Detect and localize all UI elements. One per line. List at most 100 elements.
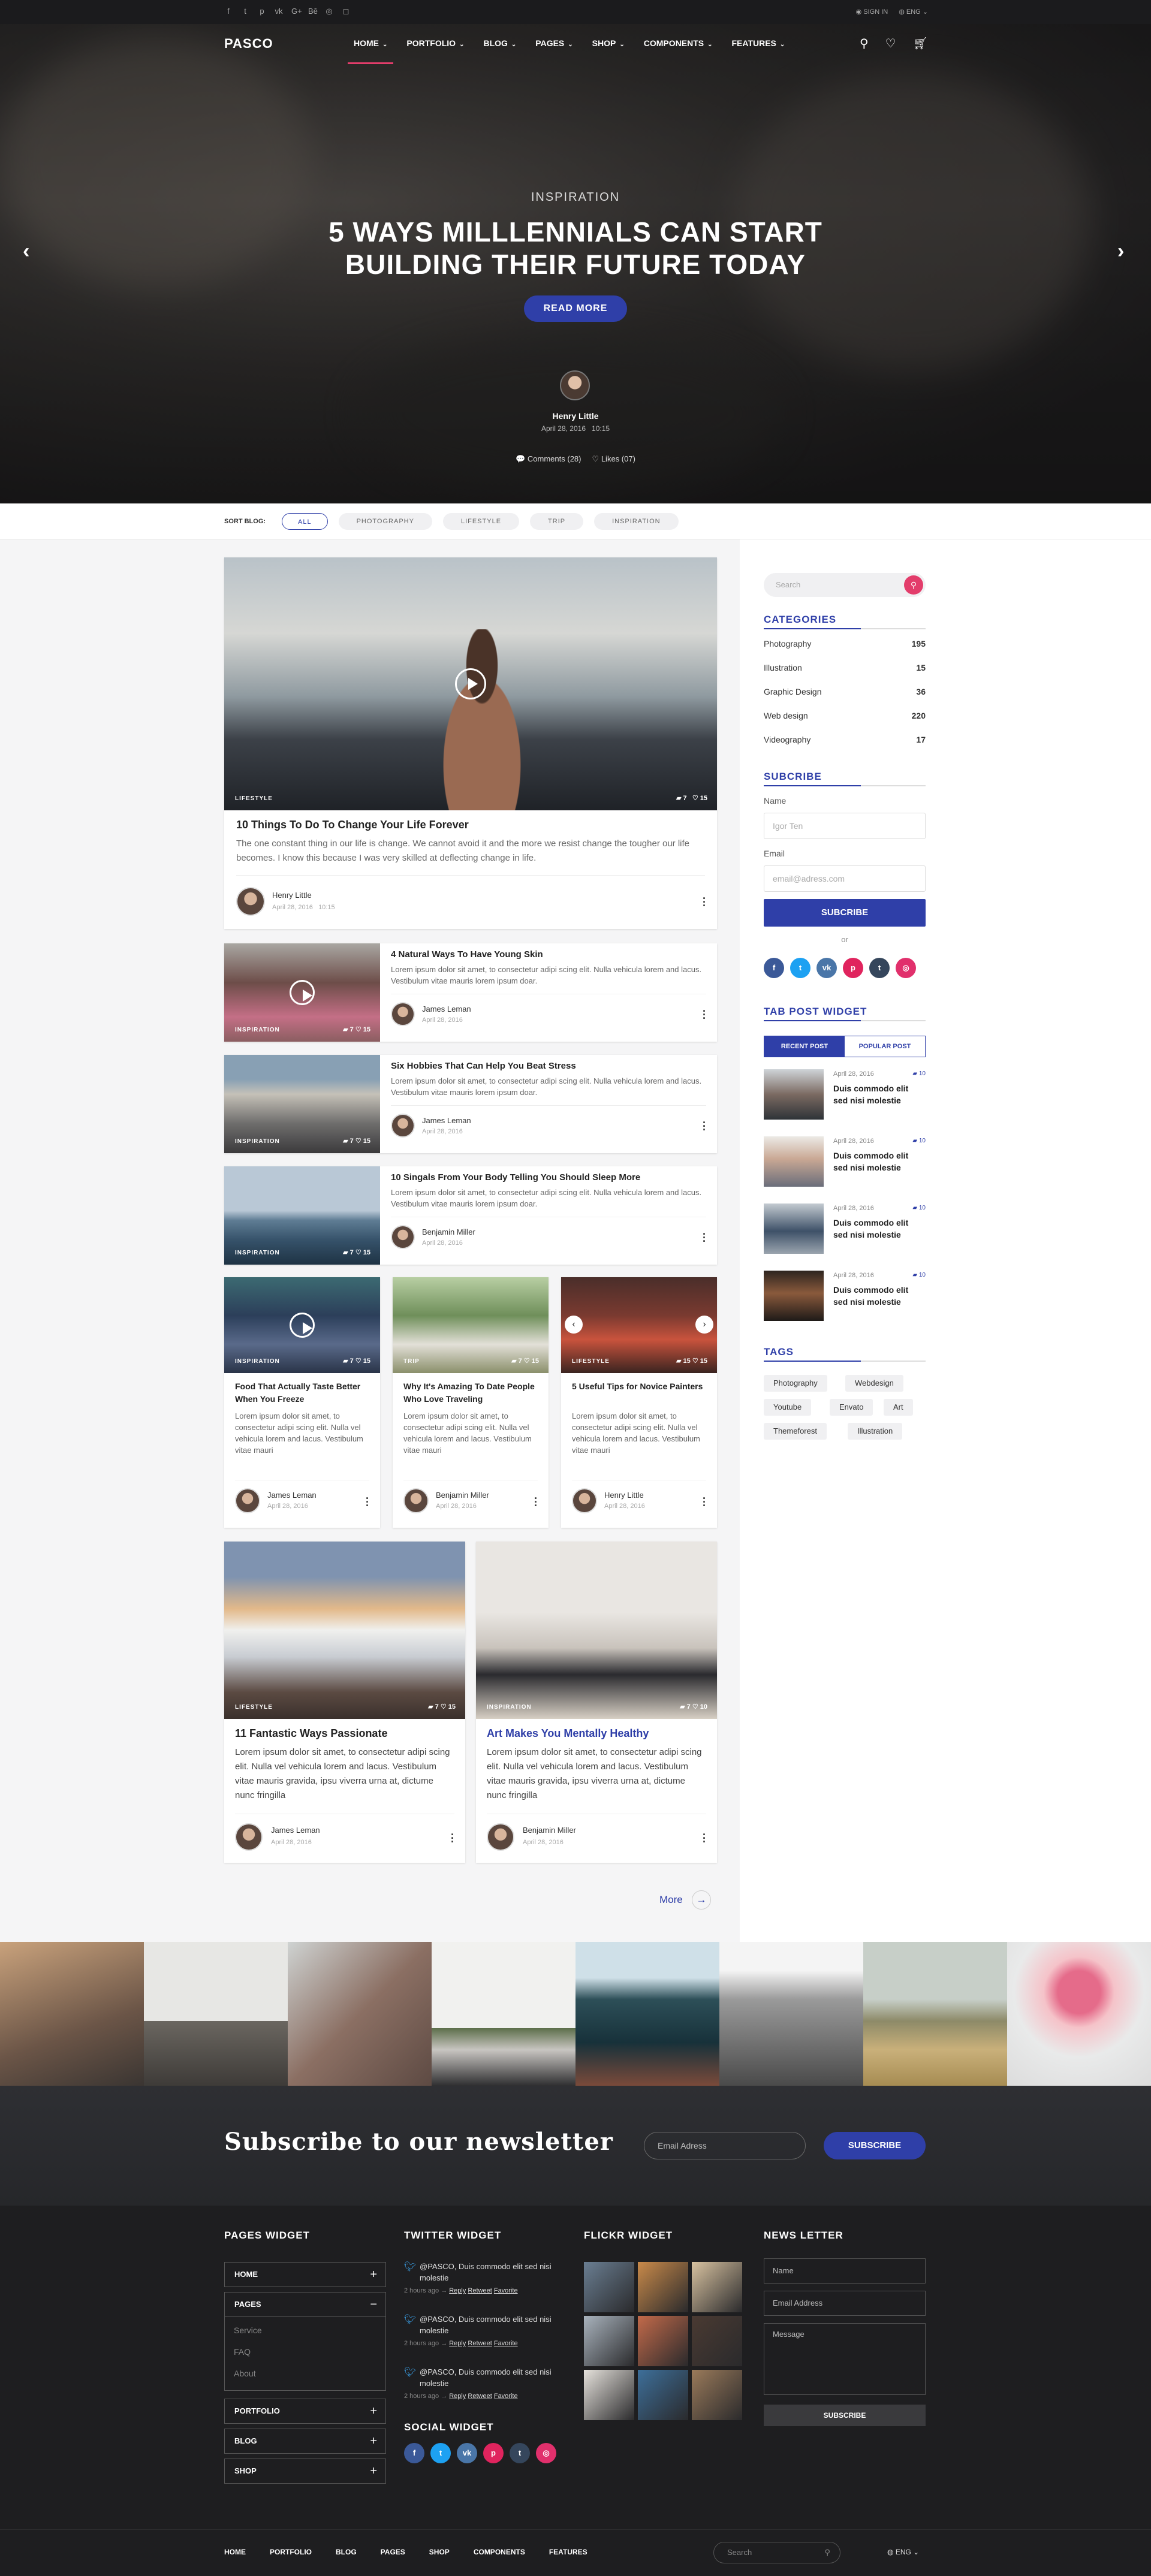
retweet-link[interactable]: Retweet — [468, 2393, 492, 2400]
more-options-icon[interactable]: · · · — [701, 1117, 707, 1135]
post-title[interactable]: 4 Natural Ways To Have Young Skin — [391, 949, 543, 960]
author-name[interactable]: James Leman — [267, 1491, 317, 1500]
post-title[interactable]: 11 Fantastic Ways Passionate — [235, 1727, 387, 1740]
next-slide-arrow-icon[interactable]: › — [1117, 240, 1124, 263]
category-item[interactable]: Web design 220 — [764, 711, 926, 720]
instagram-icon[interactable]: ◻ — [342, 7, 350, 16]
category-item[interactable]: Videography 17 — [764, 735, 926, 744]
post-image[interactable]: INSPIRATION ▰ 7 ♡ 10 — [476, 1542, 717, 1719]
footer-page-shop[interactable]: SHOP + — [224, 2459, 386, 2484]
post-tag[interactable]: INSPIRATION — [235, 1027, 280, 1033]
post-title[interactable]: Duis commodo elit sed nisi molestie — [833, 1217, 923, 1241]
gallery-image[interactable] — [288, 1942, 432, 2086]
google-plus-icon[interactable]: G+ — [291, 7, 302, 16]
nav-item-pages[interactable]: PAGES ⌄ — [535, 38, 573, 48]
chevron-right-icon[interactable]: › — [695, 1316, 713, 1334]
play-icon[interactable] — [455, 668, 486, 699]
footer-page-home[interactable]: HOME + — [224, 2262, 386, 2287]
twitter-icon[interactable]: t — [790, 958, 810, 978]
footer-link-features[interactable]: FEATURES — [549, 2548, 587, 2556]
post-tag[interactable]: INSPIRATION — [487, 1704, 532, 1711]
featured-post-image[interactable]: LIFESTYLE ▰ 7 ♡ 15 — [224, 557, 717, 810]
footer-subpage-link[interactable]: FAQ — [234, 2347, 251, 2357]
vk-icon[interactable]: vk — [275, 7, 283, 16]
gallery-image[interactable] — [144, 1942, 288, 2086]
newsletter-subscribe-button[interactable]: SUBSCRIBE — [824, 2132, 926, 2159]
post-title[interactable]: Art Makes You Mentally Healthy — [487, 1727, 649, 1740]
prev-slide-arrow-icon[interactable]: ‹ — [23, 240, 29, 263]
tag-item[interactable]: Art — [884, 1399, 913, 1416]
author-name[interactable]: Benjamin Miller — [523, 1826, 576, 1835]
plus-icon[interactable]: + — [370, 2263, 377, 2287]
favorite-link[interactable]: Favorite — [494, 2287, 518, 2294]
post-image[interactable]: INSPIRATION ▰ 7 ♡ 15 — [224, 943, 380, 1042]
post-title[interactable]: Duis commodo elit sed nisi molestie — [833, 1082, 923, 1106]
post-image[interactable]: TRIP ▰ 7 ♡ 15 — [393, 1277, 549, 1373]
filter-trip[interactable]: TRIP — [530, 513, 584, 530]
flickr-image[interactable] — [692, 2262, 742, 2312]
category-item[interactable]: Illustration 15 — [764, 663, 926, 672]
flickr-image[interactable] — [584, 2370, 634, 2420]
twitter-icon[interactable]: t — [241, 7, 249, 16]
flickr-image[interactable] — [692, 2370, 742, 2420]
facebook-icon[interactable]: f — [224, 7, 233, 16]
tag-item[interactable]: Themeforest — [764, 1423, 827, 1440]
post-tag[interactable]: LIFESTYLE — [572, 1358, 610, 1365]
footer-message-field[interactable]: Message — [764, 2323, 926, 2395]
more-options-icon[interactable]: · · · — [364, 1493, 370, 1511]
hero-author[interactable]: Henry Little — [0, 411, 1151, 421]
nav-item-portfolio[interactable]: PORTFOLIO ⌄ — [406, 38, 464, 48]
author-name[interactable]: James Leman — [422, 1116, 471, 1125]
flickr-image[interactable] — [638, 2316, 688, 2366]
more-options-icon[interactable]: · · · — [450, 1829, 456, 1847]
flickr-image[interactable] — [584, 2316, 634, 2366]
facebook-icon[interactable]: f — [764, 958, 784, 978]
post-tag[interactable]: LIFESTYLE — [235, 795, 273, 802]
post-image[interactable]: LIFESTYLE ▰ 7 ♡ 15 — [224, 1542, 465, 1719]
footer-link-home[interactable]: HOME — [224, 2548, 246, 2556]
tab-recent-post[interactable]: RECENT POST — [764, 1036, 845, 1057]
filter-photography[interactable]: PHOTOGRAPHY — [338, 513, 432, 530]
search-input[interactable]: Search ⚲ — [764, 573, 926, 597]
cart-icon[interactable]: 🛒︎ — [913, 36, 928, 51]
email-field[interactable]: email@adress.com — [764, 865, 926, 892]
footer-link-blog[interactable]: BLOG — [336, 2548, 357, 2556]
post-tag[interactable]: INSPIRATION — [235, 1138, 280, 1145]
plus-icon[interactable]: + — [370, 2399, 377, 2423]
pinterest-icon[interactable]: p — [258, 7, 266, 16]
hero-likes[interactable]: Likes (07) — [601, 454, 635, 463]
footer-link-shop[interactable]: SHOP — [429, 2548, 450, 2556]
dribbble-icon[interactable]: ◎ — [536, 2443, 556, 2463]
search-icon[interactable]: ⚲ — [904, 575, 923, 595]
post-image[interactable]: ‹ › LIFESTYLE ▰ 15 ♡ 15 — [561, 1277, 717, 1373]
tag-item[interactable]: Webdesign — [845, 1375, 903, 1392]
retweet-link[interactable]: Retweet — [468, 2287, 492, 2294]
minus-icon[interactable]: − — [370, 2293, 377, 2316]
post-title[interactable]: Duis commodo elit sed nisi molestie — [833, 1150, 923, 1174]
sign-in-link[interactable]: ◉ SIGN IN — [856, 8, 888, 16]
tab-popular-post[interactable]: POPULAR POST — [845, 1036, 925, 1057]
gallery-image[interactable] — [0, 1942, 144, 2086]
behance-icon[interactable]: Bē — [308, 7, 318, 16]
flickr-image[interactable] — [584, 2262, 634, 2312]
plus-icon[interactable]: + — [370, 2429, 377, 2453]
reply-link[interactable]: Reply — [449, 2340, 466, 2347]
gallery-image[interactable] — [576, 1942, 719, 2086]
category-item[interactable]: Graphic Design 36 — [764, 687, 926, 696]
more-options-icon[interactable]: · · · — [533, 1493, 539, 1511]
sidebar-post-item[interactable]: April 28, 2016 ▰ 10 Duis commodo elit sed … — [764, 1203, 926, 1254]
footer-subpage-link[interactable]: About — [234, 2369, 256, 2378]
tumblr-icon[interactable]: t — [869, 958, 890, 978]
favorite-link[interactable]: Favorite — [494, 2393, 518, 2400]
read-more-button[interactable]: READ MORE — [524, 295, 627, 322]
search-icon[interactable]: ⚲ — [860, 36, 869, 51]
dribbble-icon[interactable]: ◎ — [896, 958, 916, 978]
retweet-link[interactable]: Retweet — [468, 2340, 492, 2347]
tag-item[interactable]: Illustration — [848, 1423, 903, 1440]
hero-title[interactable]: 5 WAYS MILLLENNIALS CAN START BUILDING TH… — [0, 216, 1151, 280]
more-options-icon[interactable]: · · · — [701, 1829, 707, 1847]
pinterest-icon[interactable]: p — [483, 2443, 504, 2463]
more-link[interactable]: More → — [659, 1890, 711, 1910]
nav-item-blog[interactable]: BLOG ⌄ — [483, 38, 516, 48]
tag-item[interactable]: Envato — [830, 1399, 873, 1416]
